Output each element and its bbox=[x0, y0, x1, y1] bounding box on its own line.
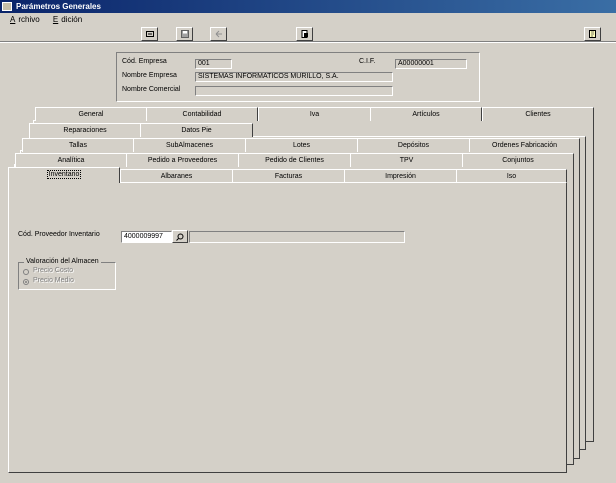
undo-icon bbox=[215, 30, 222, 38]
nombre-empresa-label: Nombre Empresa bbox=[122, 72, 177, 79]
precio-medio-radio[interactable] bbox=[23, 279, 29, 285]
tab-tallas[interactable]: Tallas bbox=[22, 138, 134, 152]
precio-costo-radio[interactable] bbox=[23, 269, 29, 275]
menu-bar: Archivo Edición bbox=[0, 13, 616, 26]
tab-articulos[interactable]: Artículos bbox=[370, 107, 482, 121]
proveedor-field[interactable]: 4000009997 bbox=[121, 231, 172, 243]
tab-subalmacenes[interactable]: SubAlmacenes bbox=[133, 138, 246, 152]
tab-inventario-label: Inventario bbox=[46, 170, 82, 179]
nombre-comercial-label: Nombre Comercial bbox=[122, 86, 181, 93]
precio-costo-label: Precio Costo bbox=[33, 267, 74, 274]
proveedor-nombre-field bbox=[189, 231, 405, 243]
tab-analitica[interactable]: Analítica bbox=[15, 153, 127, 167]
tab-tpv[interactable]: TPV bbox=[350, 153, 463, 167]
nombre-comercial-field[interactable] bbox=[195, 86, 393, 96]
tab-conjuntos[interactable]: Conjuntos bbox=[462, 153, 574, 167]
tab-depositos[interactable]: Depósitos bbox=[357, 138, 470, 152]
save-icon bbox=[181, 30, 189, 38]
cif-label: C.I.F. bbox=[359, 58, 376, 65]
tab-inventario[interactable]: Inventario bbox=[8, 167, 120, 183]
tab-pedido-proveedores[interactable]: Pedido a Proveedores bbox=[126, 153, 239, 167]
menu-edicion[interactable]: Edición bbox=[45, 13, 85, 26]
empresa-field[interactable]: 001 bbox=[195, 59, 232, 69]
tab-general[interactable]: General bbox=[35, 107, 147, 121]
tab-facturas[interactable]: Facturas bbox=[232, 169, 345, 183]
tab-ordenes-fabricacion[interactable]: Ordenes Fabricación bbox=[469, 138, 580, 152]
company-header: Cód. Empresa 001 C.I.F. A00000001 Nombre… bbox=[116, 52, 480, 102]
empresa-label: Cód. Empresa bbox=[122, 58, 167, 65]
window-title: Parámetros Generales bbox=[16, 2, 101, 11]
tab-page-inventario: Cód. Proveedor Inventario 4000009997 bbox=[8, 182, 567, 473]
tab-contabilidad[interactable]: Contabilidad bbox=[146, 107, 258, 121]
valoracion-title: Valoración del Almacen bbox=[24, 258, 101, 265]
menu-archivo[interactable]: Archivo bbox=[0, 13, 43, 26]
save-button[interactable] bbox=[176, 27, 193, 41]
tab-impresion[interactable]: Impresión bbox=[344, 169, 457, 183]
print-icon bbox=[301, 30, 308, 38]
title-bar: Parámetros Generales bbox=[0, 0, 616, 13]
tab-lotes[interactable]: Lotes bbox=[245, 138, 358, 152]
search-icon bbox=[176, 233, 184, 241]
tab-albaranes[interactable]: Albaranes bbox=[120, 169, 233, 183]
tab-pedido-clientes[interactable]: Pedido de Clientes bbox=[238, 153, 351, 167]
tab-iso[interactable]: Iso bbox=[456, 169, 567, 183]
cif-field[interactable]: A00000001 bbox=[395, 59, 467, 69]
help-button[interactable] bbox=[584, 27, 601, 41]
exit-icon bbox=[146, 31, 154, 37]
toolbar bbox=[0, 26, 616, 42]
app-icon bbox=[2, 2, 12, 11]
tab-clientes[interactable]: Clientes bbox=[482, 107, 594, 121]
tab-datos-pie[interactable]: Datos Pie bbox=[140, 123, 253, 137]
help-icon bbox=[589, 30, 596, 38]
exit-button[interactable] bbox=[141, 27, 158, 41]
proveedor-label: Cód. Proveedor Inventario bbox=[18, 231, 100, 238]
precio-medio-label: Precio Medio bbox=[33, 277, 74, 284]
nombre-empresa-field[interactable]: SISTEMAS INFORMATICOS MURILLO, S.A. bbox=[195, 72, 393, 82]
undo-button[interactable] bbox=[210, 27, 227, 41]
tab-iva[interactable]: Iva bbox=[258, 107, 371, 121]
valoracion-frame: Valoración del Almacen Precio Costo Prec… bbox=[18, 258, 116, 290]
proveedor-search-button[interactable] bbox=[172, 230, 188, 243]
tab-reparaciones[interactable]: Reparaciones bbox=[29, 123, 141, 137]
print-button[interactable] bbox=[296, 27, 313, 41]
